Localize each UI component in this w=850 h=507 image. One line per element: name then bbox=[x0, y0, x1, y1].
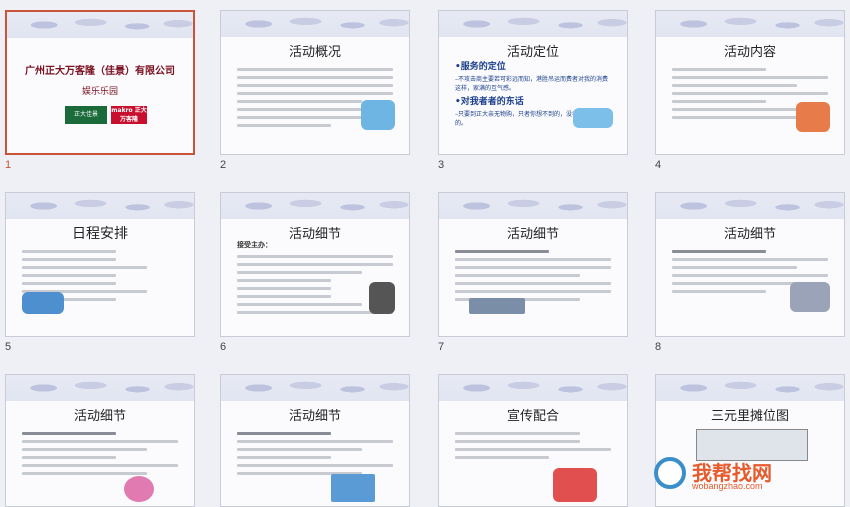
performer-clipart-icon bbox=[796, 102, 830, 132]
magician-clipart-icon bbox=[369, 282, 395, 314]
decor-swoosh bbox=[439, 11, 627, 37]
conveyor-clipart-icon bbox=[469, 298, 525, 314]
slide-1-canvas[interactable]: 广州正大万客隆（佳景）有限公司 娱乐乐园 正大佳景 makro 正大万客隆 bbox=[5, 10, 195, 155]
slide-number: 5 bbox=[5, 341, 12, 353]
logo-cp: 正大佳景 bbox=[65, 106, 107, 124]
slide-7-body bbox=[455, 245, 611, 306]
slide-number: 3 bbox=[438, 159, 445, 171]
crowd-clipart-icon bbox=[553, 468, 597, 502]
slide-3-text1: –不攻击商主要若可彩远而知，港胜吊运而费者对我的消费这样，家满的互气感。 bbox=[455, 76, 609, 92]
slide-4-title: 活动内容 bbox=[723, 45, 776, 60]
decor-swoosh bbox=[656, 375, 844, 401]
decor-swoosh bbox=[6, 193, 194, 219]
slide-number: 7 bbox=[438, 341, 445, 353]
slide-2-canvas[interactable]: 活动概况 bbox=[220, 10, 410, 155]
decor-swoosh bbox=[656, 11, 844, 37]
basketball-clipart-icon bbox=[790, 282, 830, 312]
slide-3-heading2: •对我者者的东话 bbox=[455, 97, 524, 107]
slide-3-canvas[interactable]: 活动定位 •服务的定位 –不攻击商主要若可彩远而知，港胜吊运而费者对我的消费这样… bbox=[438, 10, 628, 155]
slide-2-title: 活动概况 bbox=[288, 45, 341, 60]
decor-swoosh bbox=[221, 375, 409, 401]
decor-swoosh bbox=[7, 12, 193, 38]
slide-8-title: 活动细节 bbox=[723, 227, 776, 242]
slide-7-canvas[interactable]: 活动细节 bbox=[438, 192, 628, 337]
slide-5-canvas[interactable]: 日程安排 bbox=[5, 192, 195, 337]
slide-11-canvas[interactable]: 宣传配合 bbox=[438, 374, 628, 507]
slide-number: 8 bbox=[655, 341, 662, 353]
slide-number: 1 bbox=[5, 159, 12, 171]
decor-swoosh bbox=[656, 193, 844, 219]
watermark-url: wobangzhao.com bbox=[692, 481, 763, 491]
slide-9-title: 活动细节 bbox=[73, 409, 126, 424]
slide-12-title: 三元里摊位图 bbox=[710, 409, 789, 424]
slide-11-title: 宣传配合 bbox=[506, 409, 559, 424]
slide-10-canvas[interactable]: 活动细节 bbox=[220, 374, 410, 507]
swimmer-clipart-icon bbox=[573, 108, 613, 128]
slide-3-heading1: •服务的定位 bbox=[455, 62, 506, 72]
swimmer-clipart-icon bbox=[361, 100, 395, 130]
slide-6-subheading: 接受主办： bbox=[237, 241, 272, 249]
slide-1-title: 广州正大万客隆（佳景）有限公司 bbox=[25, 66, 175, 77]
slide-5-title: 日程安排 bbox=[72, 226, 128, 242]
decor-swoosh bbox=[221, 11, 409, 37]
stage-clipart-icon bbox=[331, 474, 375, 502]
flower-clipart-icon bbox=[124, 476, 154, 502]
slide-9-canvas[interactable]: 活动细节 bbox=[5, 374, 195, 507]
decor-swoosh bbox=[6, 375, 194, 401]
slide-7-title: 活动细节 bbox=[506, 227, 559, 242]
slide-9-body bbox=[22, 427, 178, 480]
slide-8-canvas[interactable]: 活动细节 bbox=[655, 192, 845, 337]
slide-6-canvas[interactable]: 活动细节 接受主办： bbox=[220, 192, 410, 337]
slide-10-title: 活动细节 bbox=[288, 409, 341, 424]
site-watermark: 我帮找网 wobangzhao.com bbox=[654, 453, 834, 493]
diver-clipart-icon bbox=[22, 292, 64, 314]
slide-10-body bbox=[237, 427, 393, 480]
decor-swoosh bbox=[439, 375, 627, 401]
decor-swoosh bbox=[221, 193, 409, 219]
slide-4-canvas[interactable]: 活动内容 bbox=[655, 10, 845, 155]
logo-makro: makro 正大万客隆 bbox=[111, 106, 147, 124]
slide-number: 4 bbox=[655, 159, 662, 171]
slide-11-body bbox=[455, 427, 611, 464]
decor-swoosh bbox=[439, 193, 627, 219]
slide-number: 2 bbox=[220, 159, 227, 171]
slide-sorter: 广州正大万客隆（佳景）有限公司 娱乐乐园 正大佳景 makro 正大万客隆 1 … bbox=[0, 0, 850, 507]
watermark-logo-icon bbox=[654, 457, 686, 489]
slide-number: 6 bbox=[220, 341, 227, 353]
slide-1-subtitle: 娱乐乐园 bbox=[81, 87, 118, 97]
